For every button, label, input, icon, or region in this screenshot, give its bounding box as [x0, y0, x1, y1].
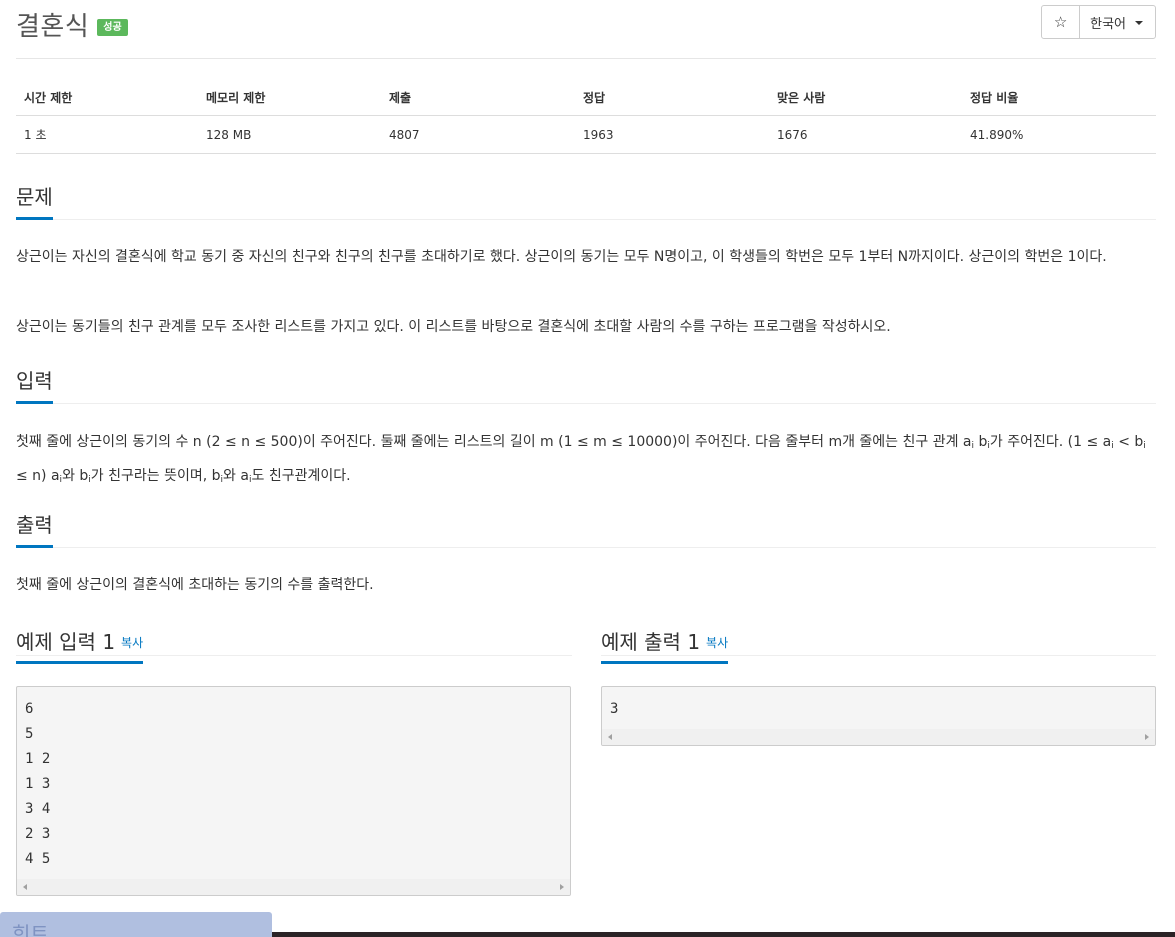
- value-solved-users: 1676: [769, 115, 962, 154]
- value-accept-ratio: 41.890%: [962, 115, 1156, 154]
- sample-input-header: 예제 입력 1 복사: [16, 626, 572, 664]
- status-badge: 성공: [97, 18, 128, 36]
- header-submissions: 제출: [381, 78, 575, 116]
- info-header-row: 시간 제한 메모리 제한 제출 정답 맞은 사람 정답 비율: [16, 78, 1156, 116]
- hint-section-tab[interactable]: 힌트: [0, 912, 272, 937]
- favorite-star-button[interactable]: ☆: [1042, 6, 1081, 38]
- problem-info-table: 시간 제한 메모리 제한 제출 정답 맞은 사람 정답 비율 1 초 128 M…: [16, 78, 1156, 154]
- info-value-row: 1 초 128 MB 4807 1963 1676 41.890%: [16, 115, 1156, 154]
- scroll-left-icon[interactable]: [608, 734, 612, 740]
- input-description: 첫째 줄에 상근이의 동기의 수 n (2 ≤ n ≤ 500)이 주어진다. …: [16, 434, 1146, 485]
- input-section-header: 입력: [16, 365, 1156, 404]
- horizontal-scrollbar[interactable]: [17, 879, 570, 895]
- header-solved-users: 맞은 사람: [769, 78, 962, 116]
- problem-description-1: 상근이는 자신의 결혼식에 학교 동기 중 자신의 친구와 친구의 친구를 초대…: [16, 249, 1107, 265]
- problem-section-title: 문제: [16, 181, 53, 220]
- problem-description-2: 상근이는 동기들의 친구 관계를 모두 조사한 리스트를 가지고 있다. 이 리…: [16, 319, 891, 335]
- problem-section-header: 문제: [16, 181, 1156, 220]
- language-label: 한국어: [1090, 16, 1126, 32]
- header-divider: [16, 58, 1156, 59]
- output-section-header: 출력: [16, 509, 1156, 548]
- header-memory-limit: 메모리 제한: [198, 78, 381, 116]
- page-title: 결혼식: [16, 11, 90, 42]
- sample-input-content: 6 5 1 2 1 3 3 4 2 3 4 5: [25, 701, 51, 867]
- header-button-group: ☆ 한국어: [1041, 5, 1156, 39]
- sample-input-box[interactable]: 6 5 1 2 1 3 3 4 2 3 4 5: [16, 686, 571, 896]
- header-accept-ratio: 정답 비율: [962, 78, 1156, 116]
- horizontal-scrollbar[interactable]: [602, 729, 1155, 745]
- value-accepted: 1963: [575, 115, 769, 154]
- scroll-right-icon[interactable]: [560, 884, 564, 890]
- copy-output-link[interactable]: 복사: [706, 636, 728, 650]
- hint-label: 힌트: [12, 922, 49, 937]
- sample-output-box[interactable]: 3: [601, 686, 1156, 746]
- scroll-left-icon[interactable]: [23, 884, 27, 890]
- header-time-limit: 시간 제한: [16, 78, 198, 116]
- sample-input-title: 예제 입력 1 복사: [16, 626, 144, 664]
- title-row: 결혼식 성공: [16, 6, 128, 42]
- star-icon: ☆: [1053, 13, 1068, 31]
- header-accepted: 정답: [575, 78, 769, 116]
- language-dropdown[interactable]: 한국어: [1080, 6, 1155, 38]
- sample-output-header: 예제 출력 1 복사: [601, 626, 1156, 664]
- output-description: 첫째 줄에 상근이의 결혼식에 초대하는 동기의 수를 출력한다.: [16, 577, 374, 593]
- caret-down-icon: [1135, 21, 1143, 25]
- copy-input-link[interactable]: 복사: [121, 636, 143, 650]
- value-submissions: 4807: [381, 115, 575, 154]
- value-time-limit: 1 초: [16, 115, 198, 154]
- value-memory-limit: 128 MB: [198, 115, 381, 154]
- bottom-bar: [272, 932, 1175, 937]
- sample-output-content: 3: [610, 701, 619, 717]
- output-section-title: 출력: [16, 509, 53, 548]
- sample-output-title: 예제 출력 1 복사: [601, 626, 729, 664]
- input-section-title: 입력: [16, 365, 53, 404]
- scroll-right-icon[interactable]: [1145, 734, 1149, 740]
